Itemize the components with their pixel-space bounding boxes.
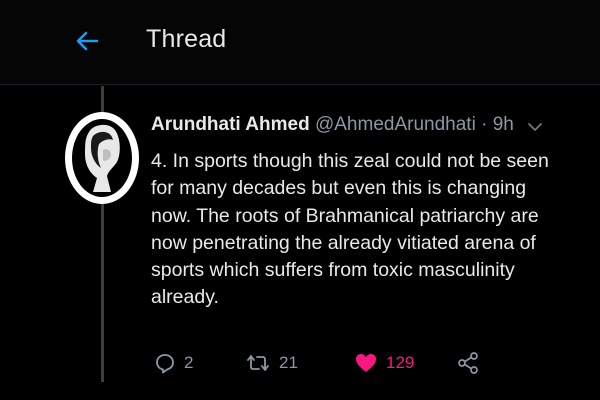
reply-count: 2: [184, 353, 194, 372]
tweet-text-line: now penetrating the already vitiated are…: [151, 231, 536, 254]
author-handle[interactable]: @AhmedArundhati: [315, 114, 476, 135]
retweet-count: 21: [279, 353, 298, 372]
back-button[interactable]: [72, 26, 102, 56]
tweet-text-line: already.: [151, 286, 219, 309]
avatar-portrait-image: [65, 112, 139, 204]
tweet-menu-button[interactable]: [526, 118, 544, 136]
meta-separator: ·: [481, 114, 488, 135]
heart-icon: [356, 354, 376, 372]
tweet-text-line: for many decades but even this is changi…: [151, 177, 527, 200]
retweet-button[interactable]: 21: [245, 348, 298, 378]
tweet-text: 4. In sports though this zeal could not …: [151, 148, 561, 312]
share-button[interactable]: [456, 348, 480, 378]
tweet-text-line: 4. In sports though this zeal could not …: [151, 150, 549, 172]
retweet-icon: [247, 355, 269, 371]
reply-icon: [156, 354, 174, 374]
avatar[interactable]: [63, 110, 141, 206]
like-count: 129: [386, 353, 415, 372]
share-icon: [458, 352, 478, 374]
thread-header: Thread: [0, 0, 600, 84]
chevron-down-icon: [528, 123, 542, 131]
header-divider: [0, 84, 600, 85]
tweet-text-line: sports which suffers from toxic masculin…: [151, 259, 515, 282]
arrow-left-icon: [76, 31, 99, 51]
author-name[interactable]: Arundhati Ahmed: [151, 114, 310, 135]
tweet-text-line: now. The roots of Brahmanical patriarchy…: [151, 204, 539, 227]
reply-button[interactable]: 2: [154, 348, 193, 378]
tweet-actions: 2 21 129: [0, 348, 600, 380]
tweet-timestamp[interactable]: 9h: [493, 114, 514, 135]
page-title: Thread: [146, 25, 227, 53]
tweet-header: Arundhati Ahmed @AhmedArundhati · 9h: [151, 114, 514, 136]
like-button[interactable]: 129: [354, 348, 414, 378]
